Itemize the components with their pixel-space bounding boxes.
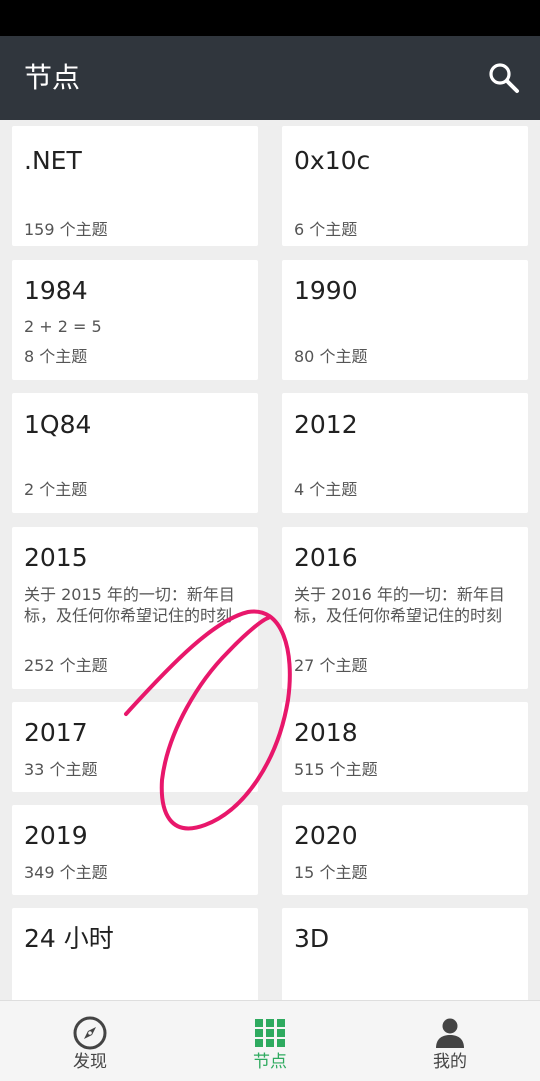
node-title: 0x10c xyxy=(294,146,371,175)
node-title: 1990 xyxy=(294,276,358,305)
node-topic-count: 159 个主题 xyxy=(24,220,108,239)
node-title: 1984 xyxy=(24,276,88,305)
node-topic-count: 15 个主题 xyxy=(294,863,368,882)
node-topic-count: 349 个主题 xyxy=(24,863,108,882)
node-card[interactable]: 2018 515 个主题 xyxy=(282,702,528,792)
node-title: 2012 xyxy=(294,410,358,439)
nav-item-me[interactable]: 我的 xyxy=(360,1001,540,1081)
node-card[interactable]: 1984 2 + 2 = 5 8 个主题 xyxy=(12,260,258,380)
search-icon xyxy=(489,63,519,93)
node-topic-count: 4 个主题 xyxy=(294,480,358,499)
grid-icon xyxy=(255,1019,285,1047)
app-bar: 节点 xyxy=(0,36,540,120)
node-topic-count: 6 个主题 xyxy=(294,220,358,239)
node-grid: .NET 159 个主题 0x10c 6 个主题 1984 2 + 2 = 5 … xyxy=(0,120,540,1000)
node-card[interactable]: 2015 关于 2015 年的一切：新年目标，及任何你希望记住的时刻 252 个… xyxy=(12,527,258,689)
nav-item-nodes[interactable]: 节点 xyxy=(180,1001,360,1081)
node-card[interactable]: 1990 80 个主题 xyxy=(282,260,528,380)
search-button[interactable] xyxy=(486,60,522,96)
node-title: 2017 xyxy=(24,718,88,747)
node-topic-count: 2 个主题 xyxy=(24,480,88,499)
node-card[interactable]: 2020 15 个主题 xyxy=(282,805,528,895)
node-card[interactable]: 2019 349 个主题 xyxy=(12,805,258,895)
node-topic-count: 252 个主题 xyxy=(24,656,108,675)
node-title: 2019 xyxy=(24,821,88,850)
node-title: 24 小时 xyxy=(24,924,114,953)
node-title: 2016 xyxy=(294,543,358,572)
node-card[interactable]: 24 小时 xyxy=(12,908,258,1000)
node-topic-count: 8 个主题 xyxy=(24,347,88,366)
node-title: 2020 xyxy=(294,821,358,850)
node-card[interactable]: 1Q84 2 个主题 xyxy=(12,393,258,513)
node-title: .NET xyxy=(24,146,82,175)
node-description: 2 + 2 = 5 xyxy=(24,317,102,336)
node-card[interactable]: 2017 33 个主题 xyxy=(12,702,258,792)
nav-label: 发现 xyxy=(73,1052,107,1072)
status-bar xyxy=(0,0,540,36)
node-description: 关于 2016 年的一切：新年目标，及任何你希望记住的时刻 xyxy=(294,585,505,625)
person-icon xyxy=(436,1018,464,1048)
node-card[interactable]: 2016 关于 2016 年的一切：新年目标，及任何你希望记住的时刻 27 个主… xyxy=(282,527,528,689)
node-title: 2015 xyxy=(24,543,88,572)
node-card[interactable]: 2012 4 个主题 xyxy=(282,393,528,513)
node-title: 2018 xyxy=(294,718,358,747)
compass-icon xyxy=(73,1016,107,1050)
node-topic-count: 27 个主题 xyxy=(294,656,368,675)
nav-label: 我的 xyxy=(433,1052,467,1072)
node-topic-count: 33 个主题 xyxy=(24,760,98,779)
node-card[interactable]: 3D xyxy=(282,908,528,1000)
node-card[interactable]: 0x10c 6 个主题 xyxy=(282,126,528,246)
node-title: 1Q84 xyxy=(24,410,92,439)
nav-label: 节点 xyxy=(253,1052,287,1072)
nav-item-discover[interactable]: 发现 xyxy=(0,1001,180,1081)
node-description: 关于 2015 年的一切：新年目标，及任何你希望记住的时刻 xyxy=(24,585,235,625)
page-title: 节点 xyxy=(24,61,81,94)
node-card[interactable]: .NET 159 个主题 xyxy=(12,126,258,246)
node-topic-count: 80 个主题 xyxy=(294,347,368,366)
node-topic-count: 515 个主题 xyxy=(294,760,378,779)
node-title: 3D xyxy=(294,924,330,953)
bottom-nav: 发现 节点 我的 xyxy=(0,1000,540,1081)
